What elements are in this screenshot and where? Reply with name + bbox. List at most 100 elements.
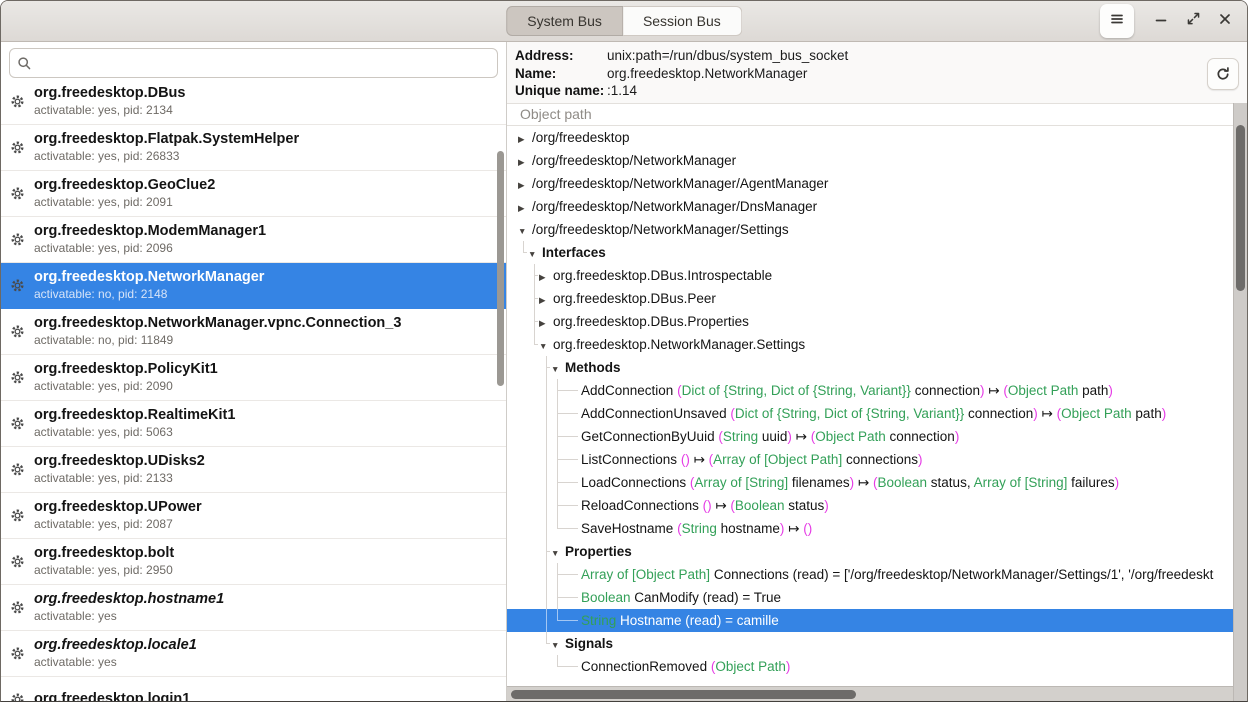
service-list-item[interactable]: org.freedesktop.ModemManager1activatable…: [1, 217, 506, 263]
tree-guide-line: [557, 505, 578, 506]
expander-down-icon[interactable]: ▼: [551, 634, 565, 657]
type-text: String: [682, 521, 717, 536]
service-name: org.freedesktop.login1: [34, 691, 190, 701]
tree-vertical-scrollbar-thumb[interactable]: [1236, 125, 1245, 291]
tree-row[interactable]: Array of [Object Path] Connections (read…: [507, 563, 1247, 586]
tree-row[interactable]: ▼Methods: [507, 356, 1247, 379]
tree-row[interactable]: ConnectionRemoved (Object Path): [507, 655, 1247, 678]
close-button[interactable]: [1212, 8, 1238, 34]
type-text: Boolean: [735, 498, 785, 513]
tree-horizontal-scrollbar-thumb[interactable]: [511, 690, 856, 699]
service-name: org.freedesktop.bolt: [34, 545, 174, 562]
expander-right-icon[interactable]: ▶: [518, 197, 532, 220]
tree-row[interactable]: String Hostname (read) = camille: [507, 609, 1247, 632]
service-detail: activatable: no, pid: 11849: [34, 333, 401, 348]
bus-name-info: Address:unix:path=/run/dbus/system_bus_s…: [507, 42, 1247, 103]
expander-right-icon[interactable]: ▶: [518, 151, 532, 174]
tree-row-text: Connections (read) = ['/org/freedesktop/…: [710, 567, 1213, 582]
service-list-item[interactable]: org.freedesktop.boltactivatable: yes, pi…: [1, 539, 506, 585]
service-list-item[interactable]: org.freedesktop.Flatpak.SystemHelperacti…: [1, 125, 506, 171]
type-text: Object Path: [715, 659, 786, 674]
tree-row-text: connection: [964, 406, 1033, 421]
tree-row-text: Signals: [565, 636, 613, 651]
tree-guide-line: [546, 563, 547, 586]
expander-down-icon[interactable]: ▼: [528, 243, 542, 266]
type-text: String: [723, 429, 758, 444]
tree-row[interactable]: ▼Signals: [507, 632, 1247, 655]
service-gear-icon: [10, 370, 25, 385]
service-text: org.freedesktop.UDisks2activatable: yes,…: [34, 453, 205, 486]
tree-row[interactable]: GetConnectionByUuid (String uuid) ↦ (Obj…: [507, 425, 1247, 448]
type-text: Object Path: [1008, 383, 1079, 398]
expander-down-icon[interactable]: ▼: [551, 542, 565, 565]
bracket-text: ): [786, 659, 791, 674]
tree-guide-line: [557, 620, 578, 621]
service-list-item[interactable]: org.freedesktop.NetworkManager.vpnc.Conn…: [1, 309, 506, 355]
refresh-button[interactable]: [1207, 58, 1239, 90]
tree-row[interactable]: ▶/org/freedesktop: [507, 126, 1247, 149]
tree-guide-line: [523, 252, 527, 253]
service-list-item[interactable]: org.freedesktop.login1: [1, 677, 506, 701]
tab-system-bus[interactable]: System Bus: [506, 6, 623, 36]
tree-row[interactable]: ▼Interfaces: [507, 241, 1247, 264]
tree-row[interactable]: AddConnectionUnsaved (Dict of {String, D…: [507, 402, 1247, 425]
tree-row-text: org.freedesktop.DBus.Peer: [553, 291, 716, 306]
object-path-column-header[interactable]: Object path: [507, 103, 1247, 126]
expander-down-icon[interactable]: ▼: [551, 358, 565, 381]
service-detail: activatable: yes, pid: 26833: [34, 149, 299, 164]
service-gear-icon: [10, 232, 25, 247]
tree-row[interactable]: ▶/org/freedesktop/NetworkManager/AgentMa…: [507, 172, 1247, 195]
tree-row[interactable]: ▶/org/freedesktop/NetworkManager: [507, 149, 1247, 172]
maximize-button[interactable]: [1180, 8, 1206, 34]
tree-row[interactable]: ▶org.freedesktop.DBus.Introspectable: [507, 264, 1247, 287]
tree-row-text: /org/freedesktop/NetworkManager/AgentMan…: [532, 176, 828, 191]
minimize-button[interactable]: [1148, 8, 1174, 34]
tree-row[interactable]: ▶org.freedesktop.DBus.Peer: [507, 287, 1247, 310]
service-list-item[interactable]: org.freedesktop.UPoweractivatable: yes, …: [1, 493, 506, 539]
tab-session-bus[interactable]: Session Bus: [623, 6, 742, 36]
service-list-item[interactable]: org.freedesktop.DBusactivatable: yes, pi…: [1, 79, 506, 125]
tree-row[interactable]: ▼org.freedesktop.NetworkManager.Settings: [507, 333, 1247, 356]
expander-right-icon[interactable]: ▶: [539, 312, 553, 335]
tree-guide-line: [546, 402, 547, 425]
bracket-text: ): [918, 452, 923, 467]
expander-down-icon[interactable]: ▼: [539, 335, 553, 358]
service-list-item[interactable]: org.freedesktop.UDisks2activatable: yes,…: [1, 447, 506, 493]
tree-row-text: ↦: [690, 452, 709, 467]
sidebar-scrollbar-thumb[interactable]: [497, 151, 504, 386]
expander-right-icon[interactable]: ▶: [518, 174, 532, 197]
search-box[interactable]: [9, 48, 498, 78]
expander-right-icon[interactable]: ▶: [539, 289, 553, 312]
tree-row-text: CanModify (read) = True: [631, 590, 781, 605]
search-input[interactable]: [39, 54, 490, 72]
service-gear-icon: [10, 94, 25, 109]
type-text: String: [581, 613, 616, 628]
service-list-item[interactable]: org.freedesktop.PolicyKit1activatable: y…: [1, 355, 506, 401]
tree-row[interactable]: ▶org.freedesktop.DBus.Properties: [507, 310, 1247, 333]
tree-row[interactable]: ▼/org/freedesktop/NetworkManager/Setting…: [507, 218, 1247, 241]
tree-row[interactable]: ▼Properties: [507, 540, 1247, 563]
tree-row[interactable]: ▶/org/freedesktop/NetworkManager/DnsMana…: [507, 195, 1247, 218]
tree-guide-line: [534, 321, 538, 322]
menu-button[interactable]: [1100, 4, 1134, 38]
expander-down-icon[interactable]: ▼: [518, 220, 532, 243]
tree-row-text: ReloadConnections: [581, 498, 703, 513]
tree-guide-line: [557, 666, 578, 667]
expander-right-icon[interactable]: ▶: [539, 266, 553, 289]
tree-row[interactable]: ReloadConnections () ↦ (Boolean status): [507, 494, 1247, 517]
service-list-item[interactable]: org.freedesktop.RealtimeKit1activatable:…: [1, 401, 506, 447]
expander-right-icon[interactable]: ▶: [518, 128, 532, 151]
tree-row-text: SaveHostname: [581, 521, 677, 536]
tree-vertical-scrollbar: [1233, 103, 1247, 701]
service-detail: activatable: yes, pid: 2090: [34, 379, 218, 394]
service-list-item[interactable]: org.freedesktop.locale1activatable: yes: [1, 631, 506, 677]
tree-row[interactable]: SaveHostname (String hostname) ↦ (): [507, 517, 1247, 540]
tree-row[interactable]: LoadConnections (Array of [String] filen…: [507, 471, 1247, 494]
tree-row[interactable]: AddConnection (Dict of {String, Dict of …: [507, 379, 1247, 402]
tree-guide-line: [534, 275, 538, 276]
service-list-item[interactable]: org.freedesktop.hostname1activatable: ye…: [1, 585, 506, 631]
tree-row[interactable]: Boolean CanModify (read) = True: [507, 586, 1247, 609]
tree-row[interactable]: ListConnections () ↦ (Array of [Object P…: [507, 448, 1247, 471]
service-list-item[interactable]: org.freedesktop.NetworkManageractivatabl…: [1, 263, 506, 309]
service-list-item[interactable]: org.freedesktop.GeoClue2activatable: yes…: [1, 171, 506, 217]
